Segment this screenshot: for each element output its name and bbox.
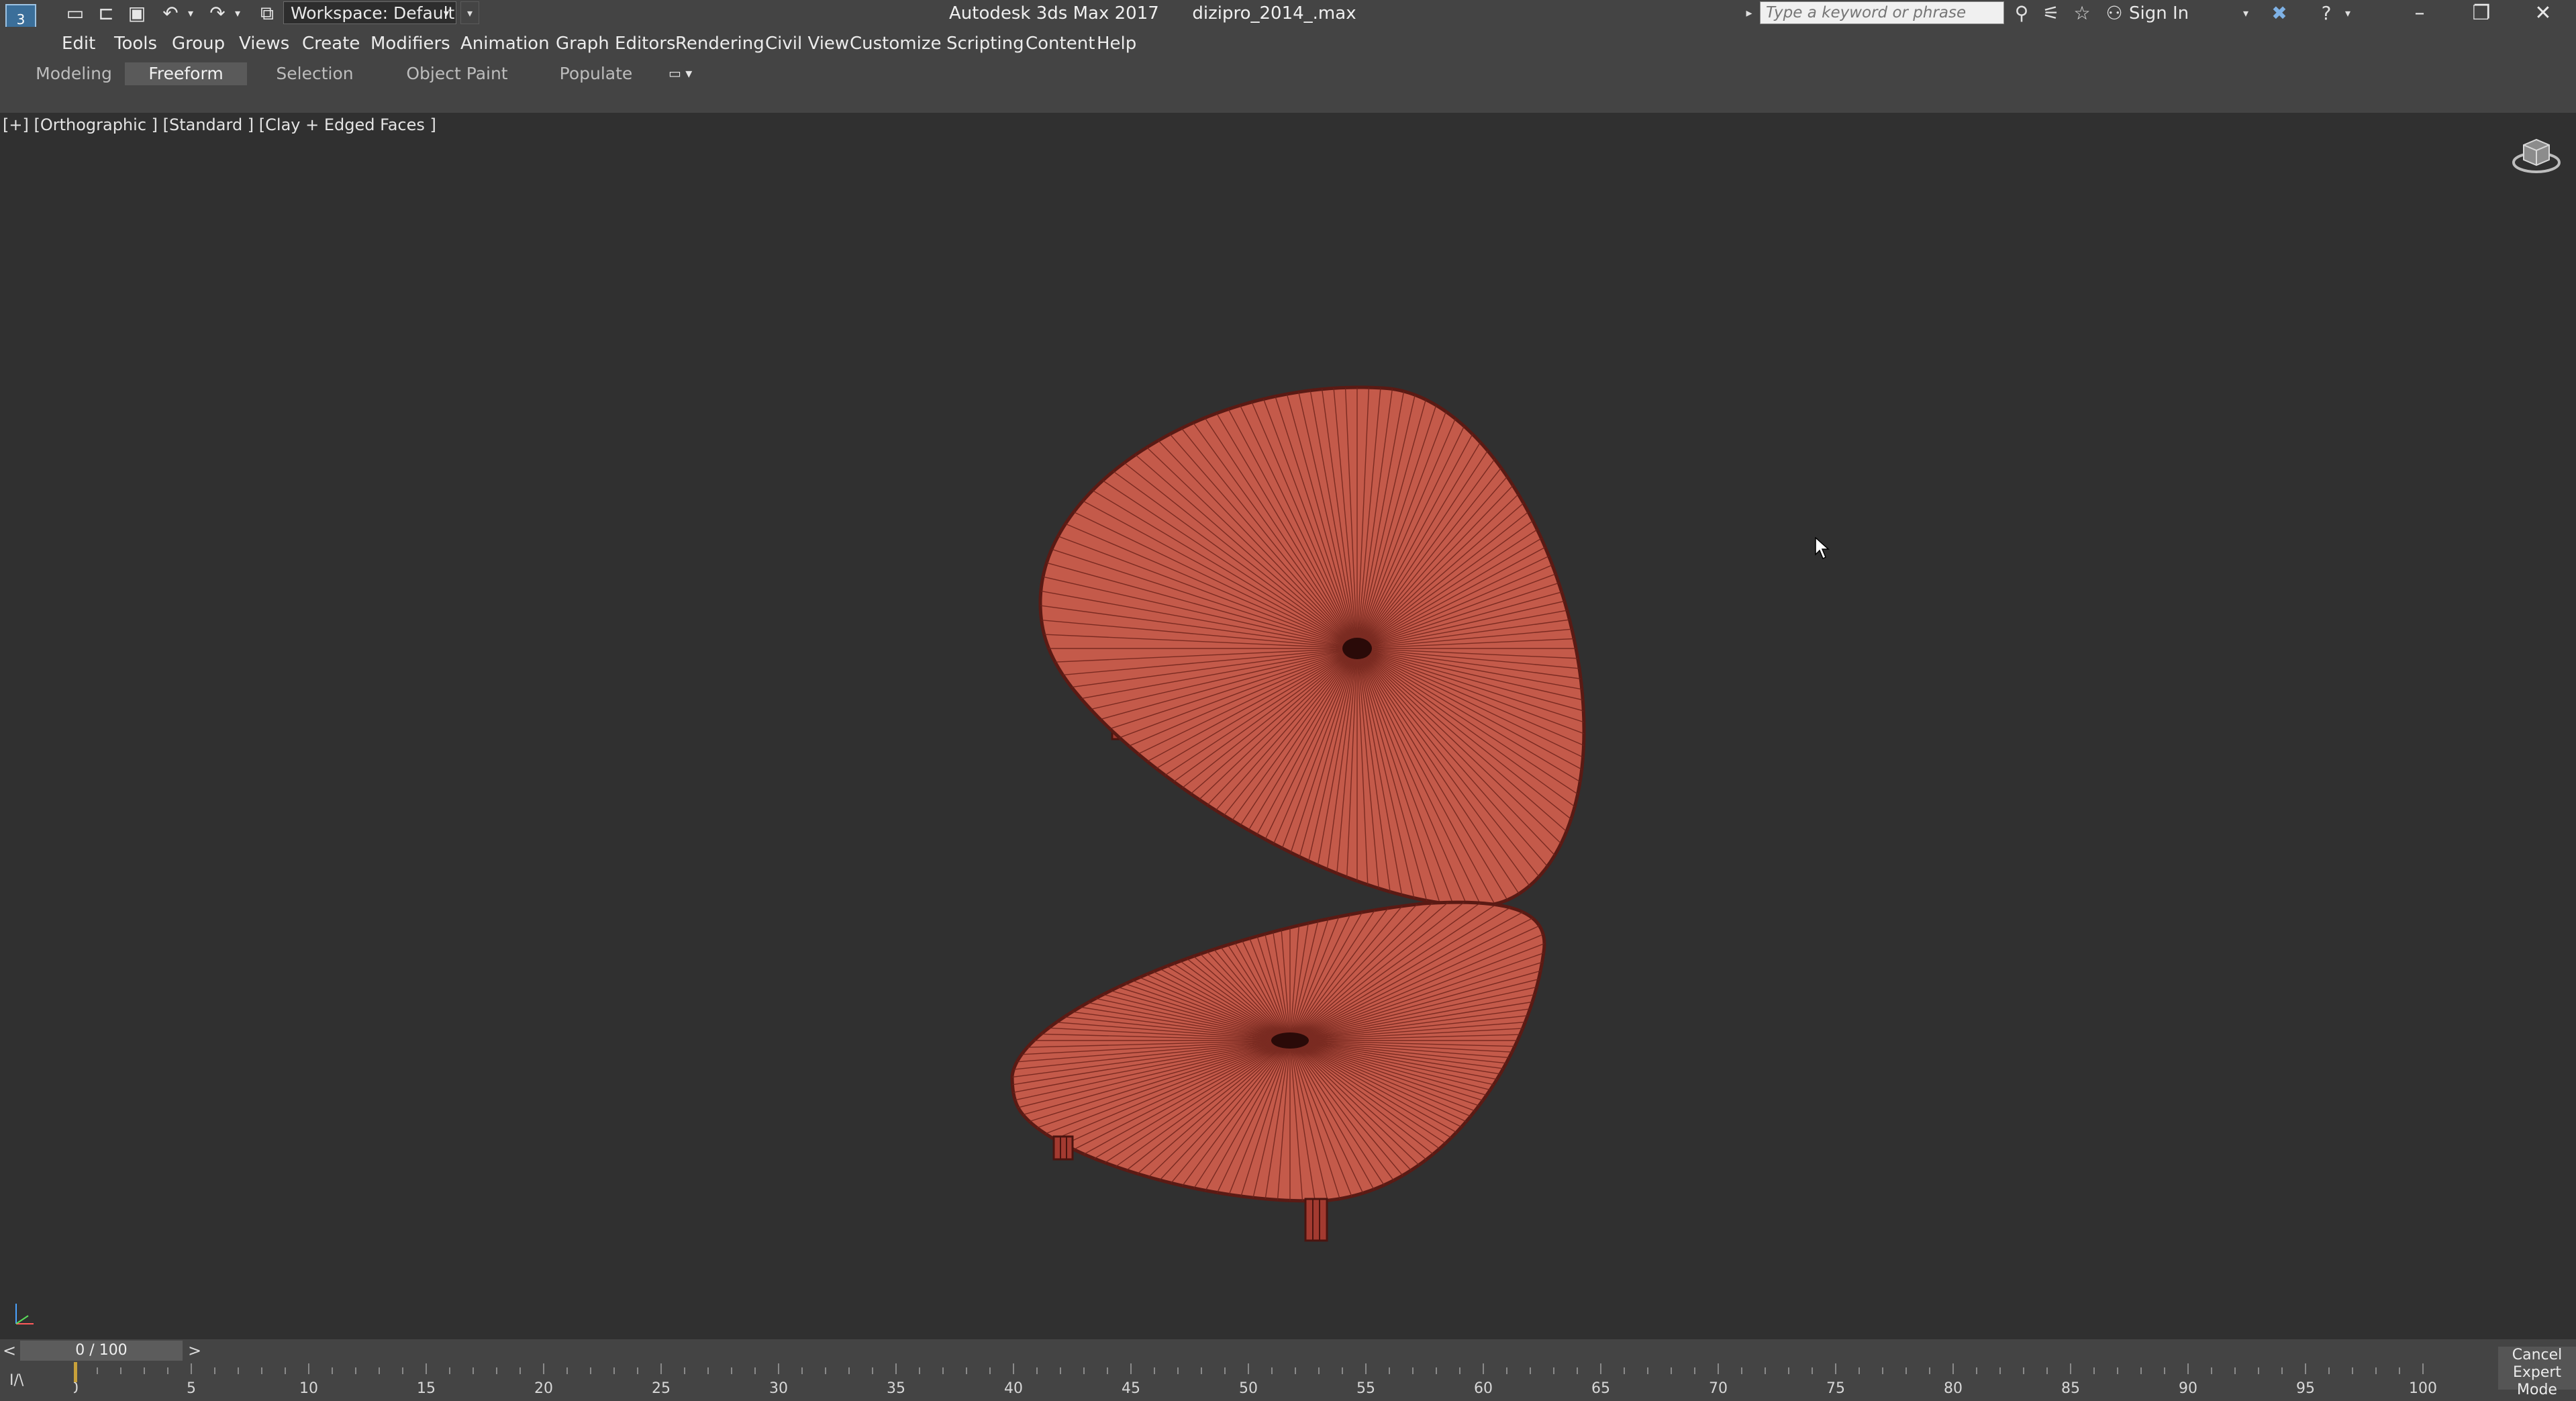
tab-freeform[interactable]: Freeform: [125, 62, 247, 85]
cancel-expert-mode-button[interactable]: Cancel Expert Mode: [2498, 1347, 2576, 1398]
ruler-tick-label: 65: [1591, 1380, 1610, 1397]
table-leg[interactable]: [1304, 1198, 1328, 1242]
menu-item-rendering[interactable]: Rendering: [675, 27, 764, 60]
menu-bar: Edit Tools Group Views Create Modifiers …: [0, 27, 2576, 60]
ruler-tick-label: 85: [2061, 1380, 2080, 1397]
undo-icon[interactable]: ↶: [158, 1, 183, 26]
ruler-tick-label: 100: [2409, 1380, 2437, 1397]
restore-icon[interactable]: ❐: [2451, 0, 2512, 27]
ruler-tick-label: 20: [534, 1380, 553, 1397]
satellite-icon[interactable]: ⚟: [2038, 1, 2065, 26]
undo-dropdown-icon[interactable]: ▾: [184, 1, 197, 26]
open-file-icon[interactable]: ⊏: [93, 1, 119, 26]
menu-item-help[interactable]: Help: [1097, 27, 1136, 60]
redo-icon[interactable]: ↷: [205, 1, 230, 26]
ruler-tick-label: 70: [1709, 1380, 1728, 1397]
search-field[interactable]: [1760, 1, 2004, 24]
menu-item-content[interactable]: Content: [1026, 27, 1095, 60]
ruler-tick-label: 40: [1004, 1380, 1023, 1397]
ruler-tick-label: 5: [187, 1380, 196, 1397]
chevron-down-icon: ▾: [443, 7, 449, 19]
viewport-label[interactable]: [+] [Orthographic ] [Standard ] [Clay + …: [3, 115, 436, 134]
cancel-expert-label-2: Expert Mode: [2512, 1364, 2562, 1398]
ruler-tick-label: 50: [1239, 1380, 1258, 1397]
perspective-viewport[interactable]: [+] [Orthographic ] [Standard ] [Clay + …: [0, 113, 2576, 1339]
menu-item-modifiers[interactable]: Modifiers: [370, 27, 450, 60]
tab-selection[interactable]: Selection: [271, 62, 358, 85]
ruler-tick-label: 10: [299, 1380, 318, 1397]
x-exchange-icon[interactable]: ✖: [2266, 1, 2293, 26]
ruler-tick-label: 30: [769, 1380, 788, 1397]
menu-item-edit[interactable]: Edit: [62, 27, 95, 60]
sign-in-dropdown-icon[interactable]: ▾: [2238, 1, 2254, 26]
ruler-tick-label: 25: [652, 1380, 671, 1397]
table-model[interactable]: [993, 260, 1597, 1388]
star-icon[interactable]: ☆: [2069, 1, 2095, 26]
tab-object-paint[interactable]: Object Paint: [405, 62, 509, 85]
redo-dropdown-icon[interactable]: ▾: [231, 1, 244, 26]
frame-display: 0 / 100: [75, 1342, 128, 1359]
ruler-tick-label: 95: [2296, 1380, 2315, 1397]
workspace-label: Workspace: Default: [291, 3, 455, 23]
time-slider[interactable]: 0 / 100: [20, 1341, 183, 1361]
project-folder-icon[interactable]: ⧉: [254, 1, 281, 26]
workspace-selector[interactable]: Workspace: Default ▾: [283, 1, 456, 24]
upper-tabletop[interactable]: [1008, 299, 1597, 998]
minimize-icon[interactable]: –: [2389, 0, 2450, 27]
menu-item-civil-view[interactable]: Civil View: [765, 27, 849, 60]
ruler-tick-label: 0: [74, 1380, 79, 1397]
ruler-tick-label: 45: [1122, 1380, 1140, 1397]
cancel-expert-label-1: Cancel: [2512, 1347, 2563, 1363]
track-bar[interactable]: I/\ 0 5 10 15 20 25 30 35 40 45 50 55 60 65 70 75 80 85 90…: [0, 1362, 2576, 1401]
menu-item-create[interactable]: Create: [302, 27, 360, 60]
ruler-tick-label: 90: [2179, 1380, 2197, 1397]
ruler-tick-label: 75: [1826, 1380, 1845, 1397]
menu-item-animation[interactable]: Animation: [460, 27, 550, 60]
search-expand-icon[interactable]: ▸: [1741, 1, 1757, 26]
prev-frame-button[interactable]: <: [0, 1341, 19, 1361]
ruler-tick-label: 55: [1356, 1380, 1375, 1397]
tab-populate[interactable]: Populate: [557, 62, 635, 85]
ruler-tick-label: 35: [887, 1380, 905, 1397]
tab-modeling[interactable]: Modeling: [31, 62, 117, 85]
mini-curve-editor-button[interactable]: I/\: [9, 1371, 50, 1390]
table-leg[interactable]: [1052, 1135, 1074, 1161]
app-name: Autodesk 3ds Max 2017: [949, 3, 1159, 23]
menu-item-scripting[interactable]: Scripting: [946, 27, 1024, 60]
file-name: dizipro_2014_.max: [1192, 3, 1356, 23]
menu-item-tools[interactable]: Tools: [114, 27, 157, 60]
ruler-tick-label: 60: [1474, 1380, 1493, 1397]
viewcube-icon[interactable]: [2512, 136, 2561, 176]
sign-in-link[interactable]: Sign In: [2129, 0, 2189, 27]
title-bar: 3 ▭ ⊏ ▣ ↶ ▾ ↷ ▾ ⧉ Workspace: Default ▾ ▾…: [0, 0, 2576, 35]
ribbon-panel: [0, 87, 2576, 114]
timeline-ruler[interactable]: 0 5 10 15 20 25 30 35 40 45 50 55 60 65 70 75 80 85 90 95 10…: [74, 1362, 2501, 1401]
mouse-cursor-icon: [1815, 537, 1830, 560]
ruler-tick-label: 80: [1944, 1380, 1963, 1397]
menu-item-group[interactable]: Group: [172, 27, 225, 60]
help-dropdown-icon[interactable]: ▾: [2340, 1, 2356, 26]
search-input[interactable]: [1761, 2, 2003, 23]
menu-item-customize[interactable]: Customize: [850, 27, 941, 60]
user-icon[interactable]: ⚇: [2101, 1, 2128, 26]
current-frame-marker[interactable]: [74, 1362, 77, 1382]
menu-item-views[interactable]: Views: [239, 27, 289, 60]
close-icon[interactable]: ✕: [2513, 0, 2573, 27]
menu-item-graph-editors[interactable]: Graph Editors: [556, 27, 676, 60]
customize-toolbar-icon[interactable]: ▾: [460, 1, 479, 24]
ribbon-options-icon[interactable]: ▭ ▾: [668, 63, 705, 83]
binoculars-icon[interactable]: ⚲: [2008, 1, 2035, 26]
save-icon[interactable]: ▣: [123, 1, 150, 26]
ruler-tick-label: 15: [417, 1380, 436, 1397]
time-slider-track[interactable]: < 0 / 100 >: [0, 1339, 2576, 1362]
new-file-icon[interactable]: ▭: [62, 1, 89, 26]
axis-tripod-icon: [15, 1304, 34, 1324]
help-icon[interactable]: ?: [2313, 1, 2340, 26]
next-frame-button[interactable]: >: [185, 1341, 204, 1361]
ribbon-tabs: Modeling Freeform Selection Object Paint…: [0, 60, 2576, 87]
window-title: Autodesk 3ds Max 2017 dizipro_2014_.max: [949, 0, 1356, 27]
